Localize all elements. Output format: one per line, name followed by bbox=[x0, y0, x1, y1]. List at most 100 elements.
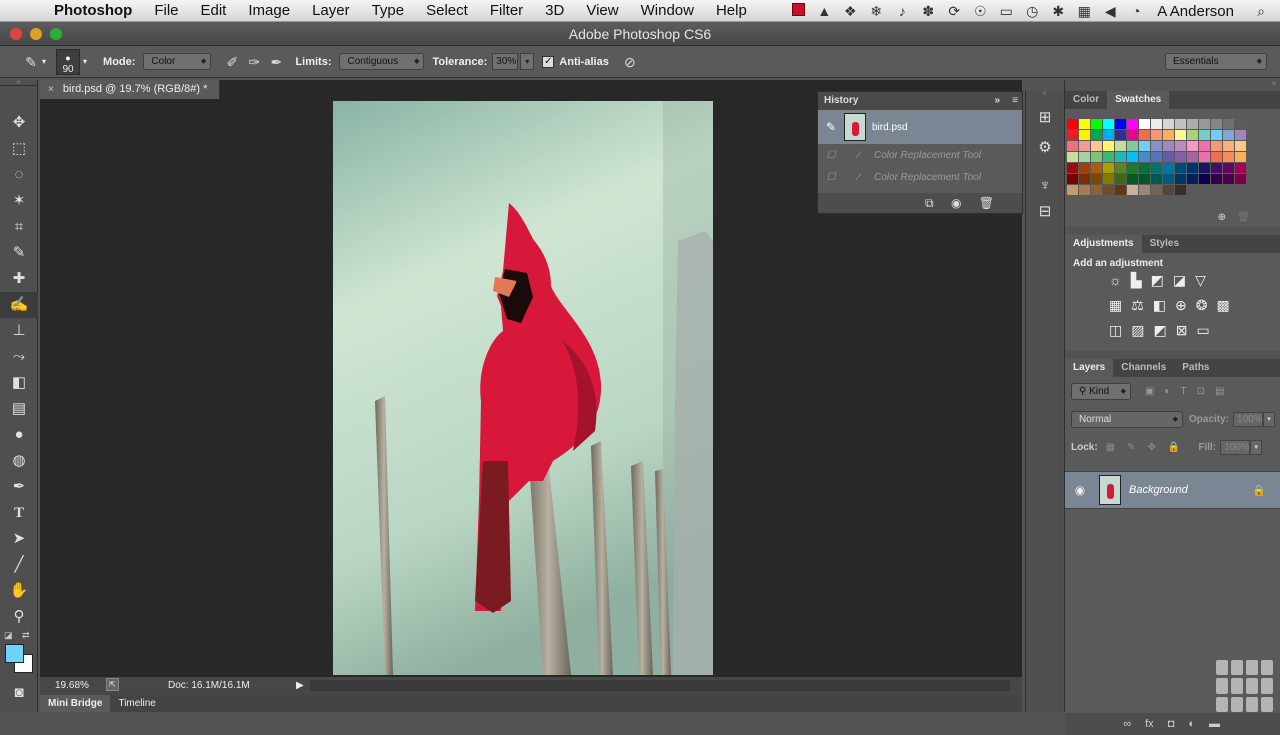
swatch[interactable] bbox=[1139, 163, 1150, 173]
swatch[interactable] bbox=[1175, 130, 1186, 140]
swatch[interactable] bbox=[1127, 141, 1138, 151]
swatch[interactable] bbox=[1235, 163, 1246, 173]
swatch[interactable] bbox=[1151, 130, 1162, 140]
panel-menu-icon[interactable]: ≡ bbox=[1012, 92, 1018, 110]
swatch[interactable] bbox=[1067, 163, 1078, 173]
swatch[interactable] bbox=[1235, 174, 1246, 184]
opacity-slider-button[interactable]: ▾ bbox=[1263, 411, 1276, 427]
image-canvas[interactable] bbox=[333, 101, 713, 675]
menu-edit[interactable]: Edit bbox=[190, 2, 238, 19]
swatch[interactable] bbox=[1223, 174, 1234, 184]
swatch[interactable] bbox=[1079, 130, 1090, 140]
swatch[interactable] bbox=[1067, 152, 1078, 162]
collapse-dock-icon[interactable]: » bbox=[1065, 80, 1280, 91]
swatch[interactable] bbox=[1079, 141, 1090, 151]
tab-adjustments[interactable]: Adjustments bbox=[1065, 235, 1142, 253]
swatch[interactable] bbox=[1199, 119, 1210, 129]
quick-selection-tool-icon[interactable]: ✶ bbox=[0, 188, 38, 214]
sampling-background-icon[interactable]: ✒ bbox=[265, 51, 287, 73]
tab-styles[interactable]: Styles bbox=[1142, 235, 1187, 253]
mode-select[interactable]: Color bbox=[143, 53, 212, 70]
swatch[interactable] bbox=[1139, 130, 1150, 140]
swatch[interactable] bbox=[1175, 185, 1186, 195]
swatch[interactable] bbox=[1091, 141, 1102, 151]
tab-color[interactable]: Color bbox=[1065, 91, 1107, 109]
history-step-row[interactable]: ☐ ∕ Color Replacement Tool bbox=[818, 166, 1022, 188]
layer-name[interactable]: Background bbox=[1129, 484, 1188, 496]
swatch[interactable] bbox=[1187, 174, 1198, 184]
swatch[interactable] bbox=[1067, 141, 1078, 151]
swatch[interactable] bbox=[1067, 119, 1078, 129]
gradient-map-icon[interactable]: ▭ bbox=[1196, 322, 1209, 339]
swatch[interactable] bbox=[1079, 185, 1090, 195]
threshold-icon[interactable]: ◩ bbox=[1153, 322, 1166, 339]
display-icon[interactable]: ▭ bbox=[993, 3, 1019, 20]
hue-saturation-icon[interactable]: ▦ bbox=[1109, 297, 1122, 314]
menu-image[interactable]: Image bbox=[237, 2, 301, 19]
healing-brush-tool-icon[interactable]: ✚ bbox=[0, 266, 38, 292]
swatch[interactable] bbox=[1163, 174, 1174, 184]
menu-3d[interactable]: 3D bbox=[534, 2, 575, 19]
red-square-icon[interactable] bbox=[785, 3, 811, 19]
accessibility-icon[interactable]: ☉ bbox=[967, 3, 993, 20]
swatch[interactable] bbox=[1115, 152, 1126, 162]
layer-row-background[interactable]: ◉ Background 🔒 bbox=[1065, 471, 1280, 509]
swatch[interactable] bbox=[1115, 163, 1126, 173]
swatch[interactable] bbox=[1199, 152, 1210, 162]
tab-channels[interactable]: Channels bbox=[1113, 359, 1174, 377]
menu-app-name[interactable]: Photoshop bbox=[44, 2, 143, 19]
swatch[interactable] bbox=[1163, 130, 1174, 140]
tolerance-input[interactable]: 30% bbox=[492, 53, 519, 70]
color-replacement-tool-icon[interactable]: ✍ bbox=[0, 292, 38, 318]
swatch[interactable] bbox=[1091, 130, 1102, 140]
properties-panel-icon[interactable]: ⚙ bbox=[1026, 135, 1064, 161]
swatch[interactable] bbox=[1199, 130, 1210, 140]
spotlight-search-icon[interactable]: ⌕ bbox=[1248, 3, 1274, 20]
swatch[interactable] bbox=[1187, 119, 1198, 129]
trash-icon[interactable]: 🗑 bbox=[979, 196, 994, 210]
menu-filter[interactable]: Filter bbox=[479, 2, 534, 19]
swatch[interactable] bbox=[1175, 163, 1186, 173]
history-step-checkbox[interactable]: ☐ bbox=[818, 150, 844, 161]
swatch[interactable] bbox=[1211, 130, 1222, 140]
swatch[interactable] bbox=[1079, 163, 1090, 173]
dropbox-icon[interactable]: ❖ bbox=[837, 3, 863, 20]
levels-icon[interactable]: ▙ bbox=[1131, 272, 1142, 289]
opacity-input[interactable]: 100% bbox=[1233, 411, 1264, 427]
swatch[interactable] bbox=[1127, 130, 1138, 140]
vibrance-icon[interactable]: ▽ bbox=[1195, 272, 1206, 289]
tab-layers[interactable]: Layers bbox=[1065, 359, 1114, 377]
swatch[interactable] bbox=[1079, 119, 1090, 129]
lock-icons[interactable]: ▦✎✥🔒 bbox=[1106, 442, 1193, 453]
chevron-down-icon[interactable]: ▾ bbox=[42, 57, 46, 66]
fill-slider-button[interactable]: ▾ bbox=[1250, 439, 1263, 455]
tolerance-slider-button[interactable]: ▾ bbox=[520, 53, 535, 70]
swatch[interactable] bbox=[1127, 185, 1138, 195]
user-name[interactable]: A Anderson bbox=[1149, 3, 1248, 20]
swatch[interactable] bbox=[1199, 163, 1210, 173]
calculator-icon[interactable]: ▦ bbox=[1071, 3, 1097, 20]
swatch[interactable] bbox=[1151, 174, 1162, 184]
swatch[interactable] bbox=[1091, 163, 1102, 173]
adobe-icon[interactable]: ▲ bbox=[811, 3, 837, 19]
brush-dropdown-icon[interactable]: ▾ bbox=[83, 57, 87, 66]
type-tool-icon[interactable]: T bbox=[0, 500, 38, 526]
posterize-icon[interactable]: ▨ bbox=[1131, 322, 1144, 339]
swatch[interactable] bbox=[1067, 174, 1078, 184]
antialias-checkbox[interactable]: ✓ bbox=[542, 55, 555, 68]
swatch[interactable] bbox=[1115, 174, 1126, 184]
gradient-tool-icon[interactable]: ▤ bbox=[0, 396, 38, 422]
swatch[interactable] bbox=[1067, 185, 1078, 195]
close-document-icon[interactable]: × bbox=[48, 84, 54, 95]
swatch[interactable] bbox=[1211, 141, 1222, 151]
default-colors-icon[interactable]: ◪ bbox=[4, 630, 13, 641]
quick-mask-icon[interactable]: ◙ bbox=[0, 680, 38, 706]
swatch[interactable] bbox=[1115, 130, 1126, 140]
swatch[interactable] bbox=[1067, 130, 1078, 140]
clone-stamp-tool-icon[interactable]: ⊥ bbox=[0, 318, 38, 344]
swatch[interactable] bbox=[1211, 174, 1222, 184]
path-selection-tool-icon[interactable]: ➤ bbox=[0, 526, 38, 552]
brush-presets-icon[interactable]: ⊟ bbox=[1026, 199, 1064, 225]
swatch[interactable] bbox=[1091, 152, 1102, 162]
swatch[interactable] bbox=[1103, 152, 1114, 162]
